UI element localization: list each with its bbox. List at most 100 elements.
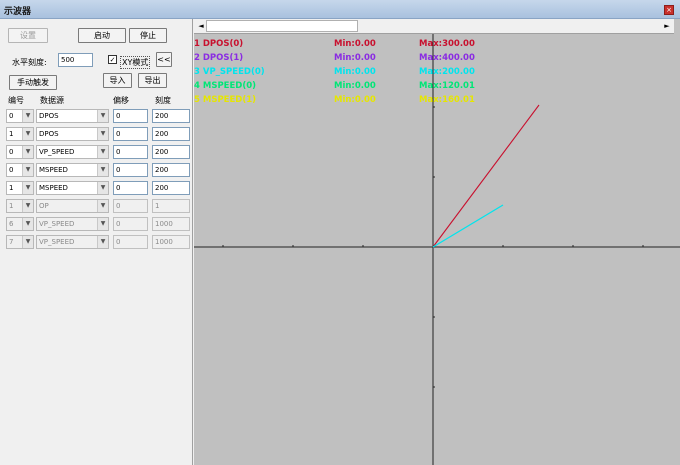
legend-max: Max:300.00 [419,39,475,49]
chevron-down-icon[interactable]: ▼ [97,110,108,122]
legend-max: Max:120.01 [419,81,475,91]
channel-source-select[interactable]: OP ▼ [36,199,109,213]
channel-offset-input[interactable]: 0 [113,235,148,249]
channel-source: VP_SPEED [39,238,75,246]
channel-offset-input[interactable]: 0 [113,199,148,213]
chevron-down-icon[interactable]: ▼ [97,164,108,176]
legend-name: 5 MSPEED(1) [194,95,257,105]
channel-source-select[interactable]: DPOS ▼ [36,109,109,123]
channel-source: MSPEED [39,166,68,174]
chevron-down-icon[interactable]: ▼ [22,164,33,176]
close-icon[interactable]: × [664,5,674,15]
xy-mode-checkbox[interactable]: ✓ [108,55,117,64]
trace-vp-speed [432,204,504,248]
channel-scale-input[interactable]: 200 [152,145,190,159]
legend-min: Min:0.00 [334,39,376,49]
manual-trigger-button[interactable]: 手动触发 [9,75,57,90]
channel-scale-input[interactable]: 200 [152,127,190,141]
chevron-down-icon[interactable]: ▼ [22,128,33,140]
channel-offset-input[interactable]: 0 [113,163,148,177]
xy-mode-label: XY模式 [120,56,151,69]
legend-name: 1 DPOS(0) [194,39,244,49]
legend-min: Min:0.00 [334,81,376,91]
stop-button[interactable]: 停止 [129,28,167,43]
channel-num: 0 [9,112,14,120]
chevron-down-icon[interactable]: ▼ [22,218,33,230]
channel-num-select[interactable]: 1 ▼ [6,181,34,195]
channel-num-select[interactable]: 7 ▼ [6,235,34,249]
chevron-down-icon[interactable]: ▼ [22,200,33,212]
channel-source-select[interactable]: VP_SPEED ▼ [36,217,109,231]
chevron-down-icon[interactable]: ▼ [97,236,108,248]
control-panel: 设置 启动 停止 水平刻度: 500 ✓ XY模式 << 手动触发 导入 导出 … [0,19,193,465]
channel-source: VP_SPEED [39,220,75,228]
channel-source-select[interactable]: VP_SPEED ▼ [36,235,109,249]
channel-source-select[interactable]: MSPEED ▼ [36,163,109,177]
channel-num: 7 [9,238,14,246]
settings-button[interactable]: 设置 [8,28,48,43]
channel-scale-input[interactable]: 1000 [152,217,190,231]
trace-dpos [432,104,540,248]
legend-name: 2 DPOS(1) [194,53,244,63]
channel-source: MSPEED [39,184,68,192]
legend-min: Min:0.00 [334,53,376,63]
legend-min: Min:0.00 [334,67,376,77]
import-button[interactable]: 导入 [103,73,132,88]
channel-offset-input[interactable]: 0 [113,145,148,159]
channel-num-select[interactable]: 0 ▼ [6,145,34,159]
channel-source-select[interactable]: MSPEED ▼ [36,181,109,195]
chevron-down-icon[interactable]: ▼ [97,200,108,212]
channel-num: 6 [9,220,14,228]
export-button[interactable]: 导出 [138,73,167,88]
channel-num-select[interactable]: 0 ▼ [6,109,34,123]
h-scale-label: 水平刻度: [12,58,47,67]
collapse-button[interactable]: << [156,52,172,67]
channel-source: VP_SPEED [39,148,75,156]
chevron-down-icon[interactable]: ▼ [97,128,108,140]
channel-offset-input[interactable]: 0 [113,127,148,141]
chevron-down-icon[interactable]: ▼ [97,182,108,194]
legend-min: Min:0.00 [334,95,376,105]
channel-offset-input[interactable]: 0 [113,109,148,123]
chevron-down-icon[interactable]: ▼ [97,218,108,230]
legend-max: Max:160.01 [419,95,475,105]
channel-num-select[interactable]: 1 ▼ [6,127,34,141]
channel-offset-input[interactable]: 0 [113,181,148,195]
channel-scale-input[interactable]: 200 [152,181,190,195]
channel-source-select[interactable]: DPOS ▼ [36,127,109,141]
channel-num: 0 [9,148,14,156]
chevron-down-icon[interactable]: ▼ [22,146,33,158]
h-scale-input[interactable]: 500 [58,53,93,67]
channel-scale-input[interactable]: 1 [152,199,190,213]
channel-source-select[interactable]: VP_SPEED ▼ [36,145,109,159]
chevron-down-icon[interactable]: ▼ [22,236,33,248]
col-header-scale: 刻度 [155,96,171,105]
channel-num: 0 [9,166,14,174]
scope-plot: ◄ ► 1 DPOS(0) Min:0.00 Max:300.00 2 DPOS… [194,19,680,465]
legend-name: 3 VP_SPEED(0) [194,67,265,77]
col-header-source: 数据源 [40,96,64,105]
channel-source: DPOS [39,112,59,120]
legend-name: 4 MSPEED(0) [194,81,257,91]
channel-scale-input[interactable]: 200 [152,163,190,177]
channel-offset-input[interactable]: 0 [113,217,148,231]
chevron-down-icon[interactable]: ▼ [97,146,108,158]
channel-scale-input[interactable]: 200 [152,109,190,123]
channel-num: 1 [9,130,14,138]
start-button[interactable]: 启动 [78,28,126,43]
legend-max: Max:200.00 [419,67,475,77]
channel-num-select[interactable]: 1 ▼ [6,199,34,213]
chevron-down-icon[interactable]: ▼ [22,110,33,122]
title-bar: 示波器 × [0,0,680,19]
channel-source: DPOS [39,130,59,138]
channel-num-select[interactable]: 0 ▼ [6,163,34,177]
chevron-down-icon[interactable]: ▼ [22,182,33,194]
legend-max: Max:400.00 [419,53,475,63]
window-title: 示波器 [4,7,32,17]
channel-scale-input[interactable]: 1000 [152,235,190,249]
channel-source: OP [39,202,49,210]
col-header-offset: 偏移 [113,96,129,105]
col-header-num: 编号 [8,96,24,105]
channel-num-select[interactable]: 6 ▼ [6,217,34,231]
channel-num: 1 [9,184,14,192]
